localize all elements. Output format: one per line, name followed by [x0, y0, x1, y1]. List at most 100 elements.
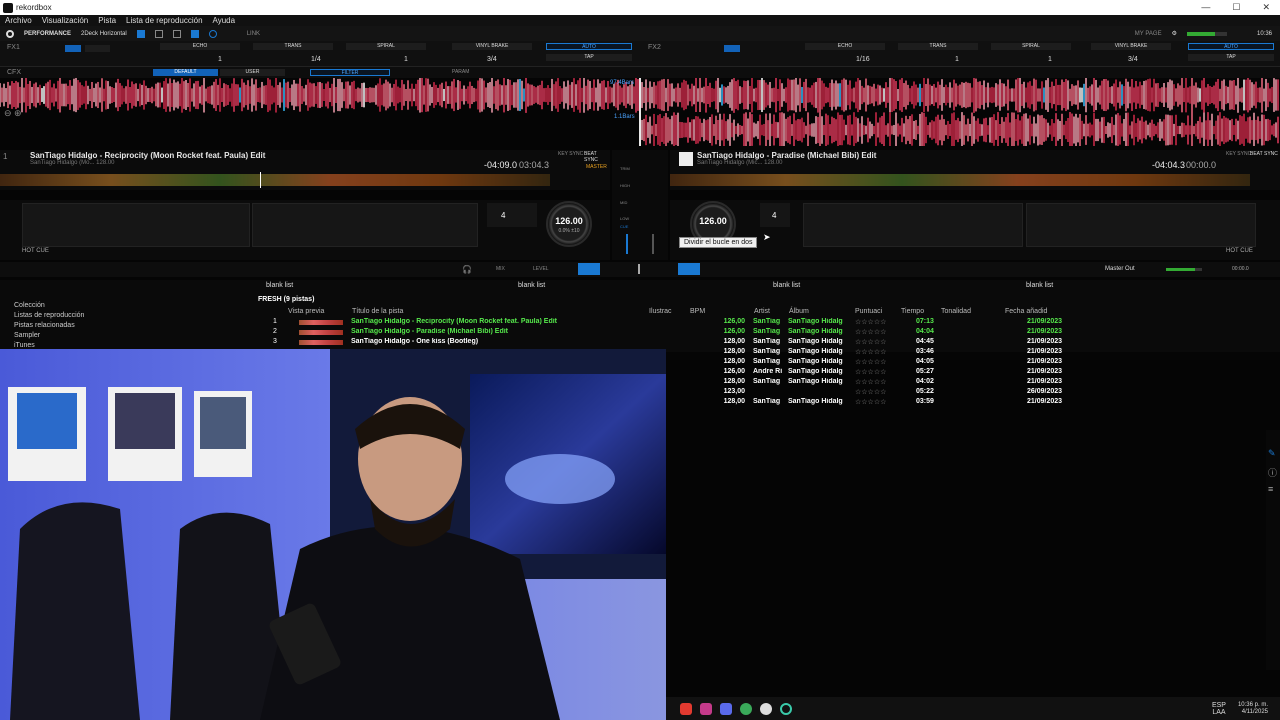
col-rating[interactable]: Puntuaci — [855, 308, 882, 315]
table-row[interactable]: 1 SanTiago Hidalgo - Reciprocity (Moon Ro… — [255, 318, 1065, 328]
taskbar-clock[interactable]: 10:36 p. m. 4/11/2025 — [1238, 702, 1268, 716]
fx1-effect-2[interactable]: TRANS — [253, 43, 333, 50]
fx2-effect-3[interactable]: SPIRAL — [991, 43, 1071, 50]
fx2-effect-1[interactable]: ECHO — [805, 43, 885, 50]
mixer-icon[interactable] — [154, 29, 163, 38]
rekordbox-icon[interactable] — [6, 29, 14, 38]
chrome-icon[interactable] — [740, 702, 752, 715]
app-icon-1[interactable] — [700, 702, 712, 715]
deck2-hotcue-pad-left[interactable] — [803, 203, 1023, 247]
row-preview-waveform[interactable] — [299, 330, 343, 335]
fx1-tap-button[interactable]: TAP — [546, 54, 632, 61]
close-button[interactable]: ✕ — [1262, 2, 1270, 13]
layout-select[interactable]: 2Deck Horizontal — [81, 31, 127, 37]
deck2-beat-sync[interactable]: BEAT SYNC — [1250, 151, 1278, 157]
mixer-cue-label[interactable]: CUE — [620, 224, 628, 229]
view-grid-icon[interactable] — [136, 29, 145, 38]
channel2-fader[interactable] — [652, 234, 654, 254]
info-icon[interactable]: ⓘ — [1268, 466, 1277, 479]
browser-icon[interactable] — [172, 29, 181, 38]
settings-gear-icon[interactable]: ⚙ — [1172, 30, 1177, 37]
fx1-beat-1[interactable] — [65, 45, 81, 52]
col-key[interactable]: Tonalidad — [941, 308, 971, 315]
crossfader[interactable] — [638, 264, 640, 274]
record-icon[interactable] — [208, 29, 217, 38]
fx2-beat-1[interactable] — [724, 45, 740, 52]
list-icon[interactable]: ≡ — [1268, 484, 1273, 494]
col-title[interactable]: Título de la pista — [352, 308, 403, 315]
row-number: 3 — [273, 338, 277, 345]
sampler-icon[interactable] — [190, 29, 199, 38]
mypage-button[interactable]: MY PAGE — [1135, 31, 1162, 37]
cfx-user-button[interactable]: USER — [220, 69, 285, 76]
minimize-button[interactable]: — — [1201, 2, 1210, 13]
fx2-effect-2[interactable]: TRANS — [898, 43, 978, 50]
sampler-deck2-buttons[interactable] — [678, 263, 700, 275]
row-preview-waveform[interactable] — [299, 340, 343, 345]
menu-ayuda[interactable]: Ayuda — [213, 16, 236, 25]
col-artist[interactable]: Artist — [754, 308, 770, 315]
deck1-hotcue-pad-right[interactable] — [252, 203, 478, 247]
fx2-tap-button[interactable]: TAP — [1188, 54, 1274, 61]
fx2-effect-4[interactable]: VINYL BRAKE — [1091, 43, 1171, 50]
fx2-auto-button[interactable]: AUTO — [1188, 43, 1274, 50]
deck1-jog-wheel[interactable]: 126.00 0.0% ±10 — [546, 201, 592, 247]
fx1-effect-1[interactable]: ECHO — [160, 43, 240, 50]
master-out-meter — [1166, 268, 1202, 271]
menu-lista[interactable]: Lista de reproducción — [126, 16, 203, 25]
deck2-hotcue-label[interactable]: HOT CUE — [1226, 248, 1253, 254]
deck2-hotcue-pad-right[interactable] — [1026, 203, 1256, 247]
tab-blank-list-1[interactable]: blank list — [266, 282, 293, 289]
menu-visualizacion[interactable]: Visualización — [42, 16, 89, 25]
table-row[interactable]: 3 SanTiago Hidalgo - One kiss (Bootleg) 12… — [255, 338, 1065, 348]
edit-icon[interactable]: ✎ — [1268, 448, 1276, 459]
menu-archivo[interactable]: Archivo — [5, 16, 32, 25]
deck2-remain-time: -04:04.3 — [1152, 160, 1186, 170]
tree-related[interactable]: Pistas relacionadas — [14, 322, 75, 329]
windows-taskbar: ESP LAA 10:36 p. m. 4/11/2025 — [666, 697, 1280, 720]
app-icon-2[interactable] — [780, 702, 792, 715]
tree-collection[interactable]: Colección — [14, 302, 45, 309]
deck1-master-button[interactable]: MASTER — [586, 164, 607, 170]
mode-select[interactable]: PERFORMANCE — [24, 31, 71, 37]
cfx-filter-button[interactable]: FILTER — [310, 69, 390, 76]
link-button[interactable]: LINK — [247, 31, 260, 37]
col-artwork[interactable]: Ilustrac — [649, 308, 672, 315]
tree-playlists[interactable]: Listas de reproducción — [14, 312, 84, 319]
fx1-effect-3[interactable]: SPIRAL — [346, 43, 426, 50]
tab-blank-list-4[interactable]: blank list — [1026, 282, 1053, 289]
rekordbox-taskbar-icon[interactable] — [760, 702, 772, 715]
deck2-key-sync[interactable]: KEY SYNC — [1226, 151, 1251, 157]
brave-browser-icon[interactable] — [680, 702, 692, 715]
col-preview[interactable]: Vista previa — [288, 308, 324, 315]
channel1-fader[interactable] — [626, 234, 628, 254]
col-bpm[interactable]: BPM — [690, 308, 705, 315]
deck1-beat-sync[interactable]: BEAT SYNC — [584, 151, 610, 163]
col-time[interactable]: Tiempo — [901, 308, 924, 315]
row-preview-waveform[interactable] — [299, 320, 343, 325]
deck1-overview-waveform[interactable] — [0, 174, 550, 186]
deck1-hotcue-pad-left[interactable] — [22, 203, 250, 247]
cfx-default-button[interactable]: DEFAULT — [153, 69, 218, 76]
maximize-button[interactable]: ☐ — [1232, 2, 1240, 13]
deck1-key-sync[interactable]: KEY SYNC — [558, 151, 583, 157]
tree-sampler[interactable]: Sampler — [14, 332, 40, 339]
tab-blank-list-3[interactable]: blank list — [773, 282, 800, 289]
teams-icon[interactable] — [720, 702, 732, 715]
waveform-zoom-area[interactable]: 97.4Bars 1.1Bars ⊖ ⊕ — [0, 78, 1280, 146]
fx1-beat-select[interactable] — [85, 45, 110, 52]
tree-itunes[interactable]: iTunes — [14, 342, 35, 349]
table-row[interactable]: 2 SanTiago Hidalgo - Paradise (Michael Bi… — [255, 328, 1065, 338]
col-date-added[interactable]: Fecha añadid — [1005, 308, 1047, 315]
col-album[interactable]: Álbum — [789, 308, 809, 315]
deck2-overview-waveform[interactable] — [670, 174, 1250, 186]
fx1-effect-4[interactable]: VINYL BRAKE — [452, 43, 532, 50]
sampler-deck-buttons[interactable] — [578, 263, 600, 275]
tab-blank-list-2[interactable]: blank list — [518, 282, 545, 289]
deck1-hotcue-label[interactable]: HOT CUE — [22, 248, 49, 254]
fx1-auto-button[interactable]: AUTO — [546, 43, 632, 50]
input-language[interactable]: ESP LAA — [1212, 702, 1226, 716]
menu-pista[interactable]: Pista — [98, 16, 116, 25]
zoom-icon[interactable]: ⊖ ⊕ — [4, 108, 22, 119]
headphones-icon[interactable]: 🎧 — [462, 265, 472, 274]
